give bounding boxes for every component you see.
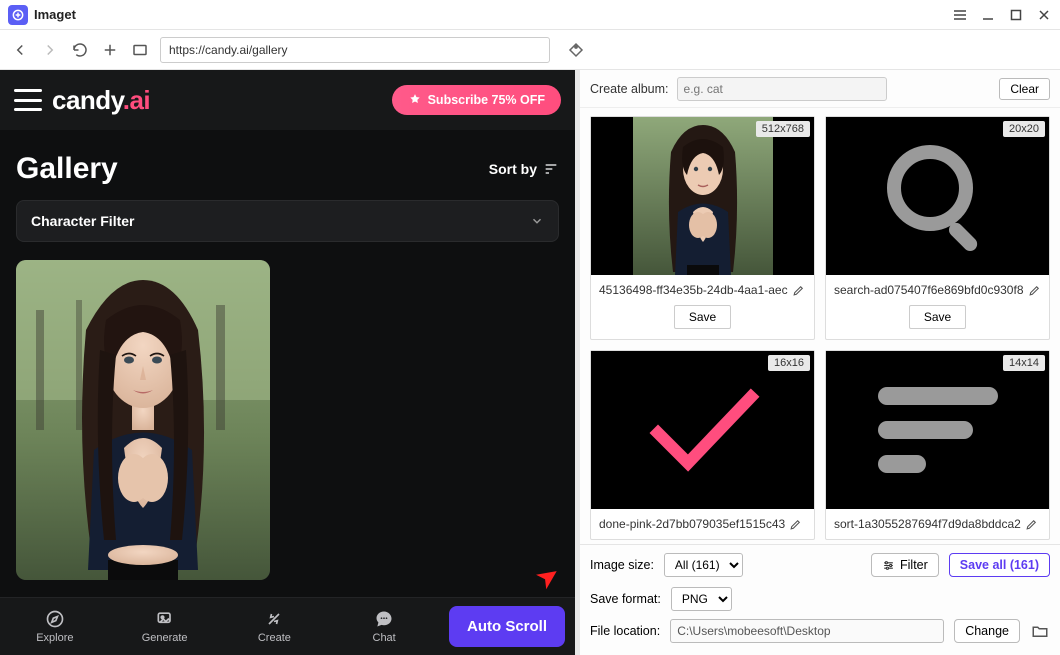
nav-generate[interactable]: Generate <box>110 609 220 644</box>
brand-suffix: .ai <box>123 85 150 115</box>
minimize-icon[interactable] <box>980 7 996 23</box>
subscribe-button[interactable]: Subscribe 75% OFF <box>392 85 561 115</box>
bottom-nav: Explore Generate Create Chat Auto Scroll <box>0 597 575 655</box>
brand-logo[interactable]: candy.ai <box>52 85 150 116</box>
menu-icon[interactable] <box>14 89 42 111</box>
nav-create[interactable]: Create <box>220 609 330 644</box>
save-format-label: Save format: <box>590 592 661 606</box>
site-header: candy.ai Subscribe 75% OFF <box>0 70 575 130</box>
check-icon <box>643 385 763 475</box>
nav-label: Create <box>258 632 291 644</box>
browser-toolbar <box>0 30 1060 70</box>
thumb-image[interactable]: 14x14 <box>826 351 1049 509</box>
edit-icon[interactable] <box>792 284 805 297</box>
folder-icon[interactable] <box>1030 621 1050 641</box>
sort-by-button[interactable]: Sort by <box>489 161 559 177</box>
app-title: Imaget <box>34 7 76 22</box>
filename: done-pink-2d7bb079035ef1515c43 <box>599 517 785 531</box>
thumb-card[interactable]: 16x16 done-pink-2d7bb079035ef1515c43 <box>590 350 815 540</box>
thumb-card[interactable]: 512x768 45136498-ff34e35b-24db-4aa1-aec … <box>590 116 815 340</box>
clear-button[interactable]: Clear <box>999 78 1050 100</box>
filename: search-ad075407f6e869bfd0c930f8 <box>834 283 1024 297</box>
filter-label: Filter <box>900 558 928 572</box>
dimension-badge: 20x20 <box>1003 121 1045 137</box>
nav-label: Chat <box>373 632 396 644</box>
thumb-image[interactable]: 512x768 <box>591 117 814 275</box>
file-location-label: File location: <box>590 624 660 638</box>
magnifier-icon <box>878 136 998 256</box>
reload-icon[interactable] <box>70 40 90 60</box>
file-location-input[interactable] <box>670 619 944 643</box>
sort-by-label: Sort by <box>489 161 537 177</box>
add-tab-icon[interactable] <box>100 40 120 60</box>
image-size-label: Image size: <box>590 558 654 572</box>
character-filter[interactable]: Character Filter <box>16 200 559 242</box>
change-button[interactable]: Change <box>954 619 1020 643</box>
website-panel: candy.ai Subscribe 75% OFF Gallery Sort … <box>0 70 575 655</box>
gallery-body <box>0 242 575 597</box>
nav-label: Generate <box>142 632 188 644</box>
url-bar[interactable] <box>160 37 550 63</box>
save-format-select[interactable]: PNG <box>671 587 732 611</box>
dimension-badge: 512x768 <box>756 121 810 137</box>
nav-label: Explore <box>36 632 73 644</box>
album-bar: Create album: Clear <box>580 70 1060 108</box>
sort-lines-icon <box>878 370 998 490</box>
auto-scroll-button[interactable]: Auto Scroll <box>449 606 565 647</box>
subscribe-label: Subscribe 75% OFF <box>428 93 545 107</box>
filename: sort-1a3055287694f7d9da8bddca2 <box>834 517 1021 531</box>
create-album-label: Create album: <box>590 82 669 96</box>
chevron-down-icon <box>530 214 544 228</box>
back-icon[interactable] <box>10 40 30 60</box>
filename: 45136498-ff34e35b-24db-4aa1-aec <box>599 283 788 297</box>
controls-row-3: File location: Change <box>580 613 1060 655</box>
filter-label: Character Filter <box>31 213 134 229</box>
save-button[interactable]: Save <box>909 305 966 329</box>
controls-row-1: Image size: All (161) Filter Save all (1… <box>580 544 1060 585</box>
tag-icon[interactable] <box>566 40 586 60</box>
gallery-header: Gallery Sort by <box>0 130 575 200</box>
edit-icon[interactable] <box>1025 518 1038 531</box>
page-title: Gallery <box>16 152 118 186</box>
save-button[interactable]: Save <box>674 305 731 329</box>
filter-button[interactable]: Filter <box>871 553 939 577</box>
hamburger-icon[interactable] <box>952 7 968 23</box>
close-icon[interactable] <box>1036 7 1052 23</box>
thumb-image[interactable]: 20x20 <box>826 117 1049 275</box>
controls-row-2: Save format: PNG <box>580 585 1060 613</box>
tabs-icon[interactable] <box>130 40 150 60</box>
thumb-card[interactable]: 20x20 search-ad075407f6e869bfd0c930f8 Sa… <box>825 116 1050 340</box>
thumb-image[interactable]: 16x16 <box>591 351 814 509</box>
dimension-badge: 14x14 <box>1003 355 1045 371</box>
edit-icon[interactable] <box>789 518 802 531</box>
sliders-icon <box>882 559 895 572</box>
title-bar: Imaget <box>0 0 1060 30</box>
url-input[interactable] <box>169 43 541 57</box>
nav-chat[interactable]: Chat <box>329 609 439 644</box>
maximize-icon[interactable] <box>1008 7 1024 23</box>
thumbnail-grid: 512x768 45136498-ff34e35b-24db-4aa1-aec … <box>580 108 1060 544</box>
app-logo <box>8 5 28 25</box>
sort-icon <box>543 161 559 177</box>
album-input[interactable] <box>677 77 887 101</box>
save-all-button[interactable]: Save all (161) <box>949 553 1050 577</box>
edit-icon[interactable] <box>1028 284 1041 297</box>
thumb-card[interactable]: 14x14 sort-1a3055287694f7d9da8bddca2 <box>825 350 1050 540</box>
downloader-panel: Create album: Clear <box>580 70 1060 655</box>
image-size-select[interactable]: All (161) <box>664 553 743 577</box>
nav-explore[interactable]: Explore <box>0 609 110 644</box>
brand-prefix: candy <box>52 85 123 115</box>
gallery-image[interactable] <box>16 260 270 580</box>
forward-icon[interactable] <box>40 40 60 60</box>
dimension-badge: 16x16 <box>768 355 810 371</box>
